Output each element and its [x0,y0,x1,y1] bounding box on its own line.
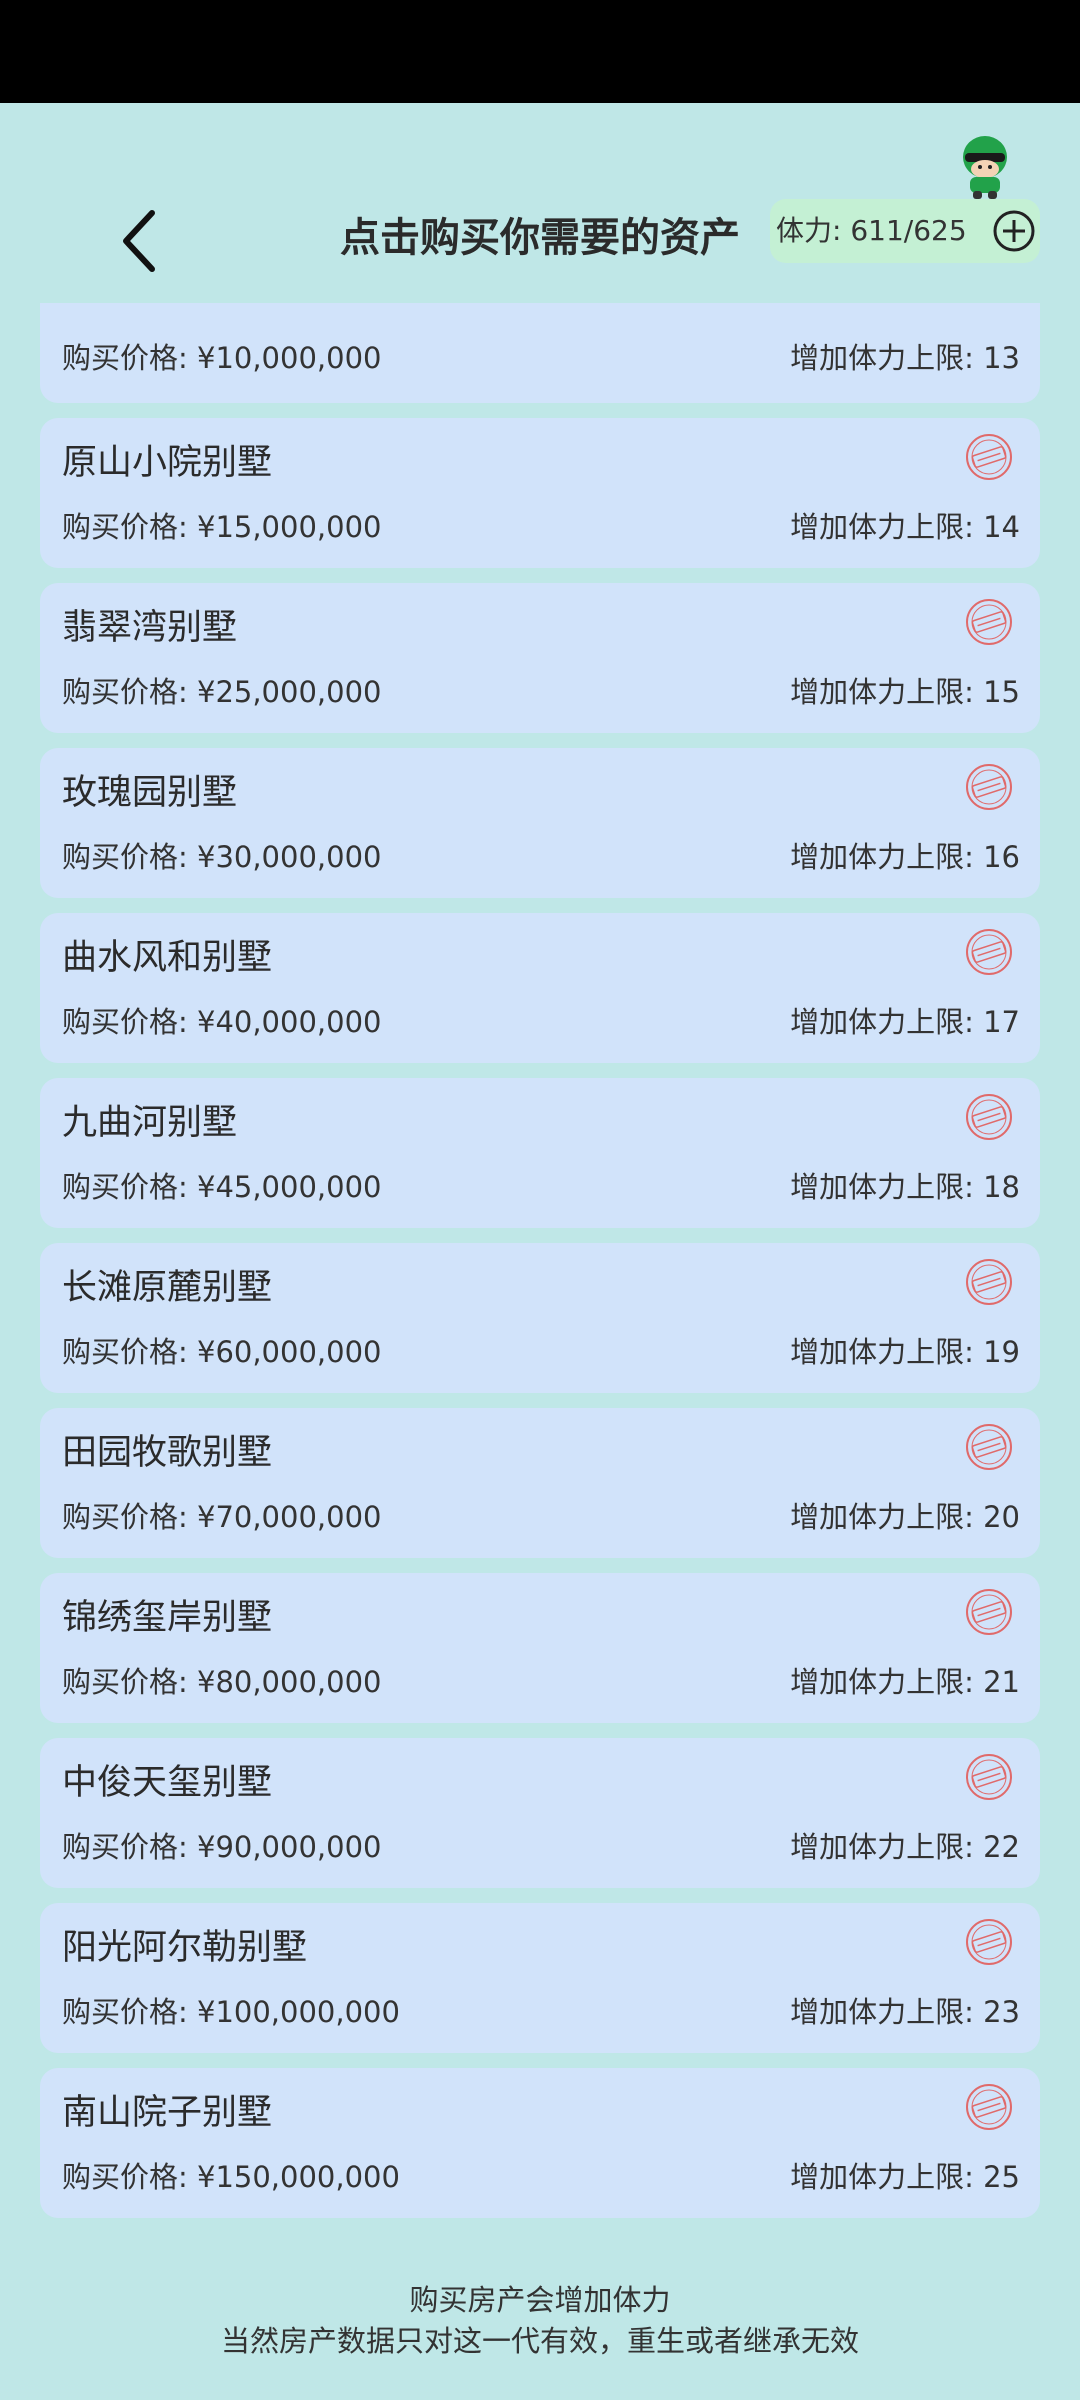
asset-price: 购买价格: ¥150,000,000 [62,2160,400,2194]
owned-stamp-icon [966,1094,1012,1140]
asset-stamina-bonus: 增加体力上限: 20 [790,1500,1020,1534]
asset-card[interactable]: 锦绣玺岸别墅购买价格: ¥80,000,000 增加体力上限: 21 [40,1573,1040,1723]
asset-name: 曲水风和别墅 [62,938,273,978]
owned-stamp-icon [966,1589,1012,1635]
asset-card[interactable]: 长滩原麓别墅购买价格: ¥60,000,000 增加体力上限: 19 [40,1243,1040,1393]
asset-price: 购买价格: ¥70,000,000 [62,1500,382,1534]
asset-card[interactable]: 阳光阿尔勒别墅购买价格: ¥100,000,000 增加体力上限: 23 [40,1903,1040,2053]
asset-card[interactable]: 购买价格: ¥10,000,000 增加体力上限: 13 [40,303,1040,403]
add-stamina-button[interactable] [992,209,1036,253]
footer-line-2: 当然房产数据只对这一代有效，重生或者继承无效 [220,2324,859,2358]
asset-price: 购买价格: ¥100,000,000 [62,1995,400,2029]
owned-stamp-icon [966,2084,1012,2130]
asset-price: 购买价格: ¥15,000,000 [62,510,382,544]
asset-name: 南山院子别墅 [62,2093,273,2133]
asset-name: 阳光阿尔勒别墅 [62,1928,308,1968]
asset-name: 田园牧歌别墅 [62,1433,273,1473]
asset-price: 购买价格: ¥45,000,000 [62,1170,382,1204]
asset-name: 锦绣玺岸别墅 [62,1598,273,1638]
asset-stamina-bonus: 增加体力上限: 25 [790,2160,1020,2194]
asset-card[interactable]: 原山小院别墅购买价格: ¥15,000,000 增加体力上限: 14 [40,418,1040,568]
asset-stamina-bonus: 增加体力上限: 17 [790,1005,1020,1039]
asset-stamina-bonus: 增加体力上限: 19 [790,1335,1020,1369]
asset-price: 购买价格: ¥60,000,000 [62,1335,382,1369]
owned-stamp-icon [966,1919,1012,1965]
asset-stamina-bonus: 增加体力上限: 23 [790,1995,1020,2029]
owned-stamp-icon [966,764,1012,810]
asset-card[interactable]: 曲水风和别墅购买价格: ¥40,000,000 增加体力上限: 17 [40,913,1040,1063]
owned-stamp-icon [966,599,1012,645]
footer-line-1: 购买房产会增加体力 [409,2283,671,2317]
asset-card[interactable]: 中俊天玺别墅购买价格: ¥90,000,000 增加体力上限: 22 [40,1738,1040,1888]
back-button[interactable] [108,203,172,279]
asset-stamina-bonus: 增加体力上限: 15 [790,675,1020,709]
asset-name: 翡翠湾别墅 [62,608,238,648]
asset-price: 购买价格: ¥80,000,000 [62,1665,382,1699]
asset-card[interactable]: 南山院子别墅购买价格: ¥150,000,000 增加体力上限: 25 [40,2068,1040,2218]
asset-stamina-bonus: 增加体力上限: 14 [790,510,1020,544]
asset-name: 长滩原麓别墅 [62,1268,273,1308]
stamina-badge: 体力: 611/625 [770,199,1040,263]
owned-stamp-icon [966,1259,1012,1305]
owned-stamp-icon [966,1754,1012,1800]
header: 点击购买你需要的资产 体力: 611/625 [0,103,1080,303]
owned-stamp-icon [966,1424,1012,1470]
mascot-icon [963,136,1007,199]
page-title: 点击购买你需要的资产 [340,215,740,261]
asset-stamina-bonus: 增加体力上限: 13 [790,341,1020,375]
asset-price: 购买价格: ¥30,000,000 [62,840,382,874]
asset-stamina-bonus: 增加体力上限: 18 [790,1170,1020,1204]
stamina-value: 体力: 611/625 [776,214,967,247]
asset-price: 购买价格: ¥40,000,000 [62,1005,382,1039]
asset-stamina-bonus: 增加体力上限: 21 [790,1665,1020,1699]
asset-name: 原山小院别墅 [62,443,273,483]
asset-price: 购买价格: ¥10,000,000 [62,341,382,375]
asset-price: 购买价格: ¥90,000,000 [62,1830,382,1864]
status-bar [0,0,1080,103]
footer-note: 购买房产会增加体力 当然房产数据只对这一代有效，重生或者继承无效 [0,2280,1080,2362]
asset-card[interactable]: 翡翠湾别墅购买价格: ¥25,000,000 增加体力上限: 15 [40,583,1040,733]
asset-card[interactable]: 田园牧歌别墅购买价格: ¥70,000,000 增加体力上限: 20 [40,1408,1040,1558]
asset-list: 购买价格: ¥10,000,000 增加体力上限: 13 原山小院别墅 购买价格: ¥… [40,303,1040,2233]
owned-stamp-icon [966,929,1012,975]
asset-stamina-bonus: 增加体力上限: 22 [790,1830,1020,1864]
asset-card[interactable]: 九曲河别墅购买价格: ¥45,000,000 增加体力上限: 18 [40,1078,1040,1228]
asset-stamina-bonus: 增加体力上限: 16 [790,840,1020,874]
asset-name: 中俊天玺别墅 [62,1763,273,1803]
owned-stamp-icon [966,434,1012,480]
asset-name: 九曲河别墅 [62,1103,238,1143]
asset-name: 玫瑰园别墅 [62,773,238,813]
asset-price: 购买价格: ¥25,000,000 [62,675,382,709]
asset-card[interactable]: 玫瑰园别墅购买价格: ¥30,000,000 增加体力上限: 16 [40,748,1040,898]
